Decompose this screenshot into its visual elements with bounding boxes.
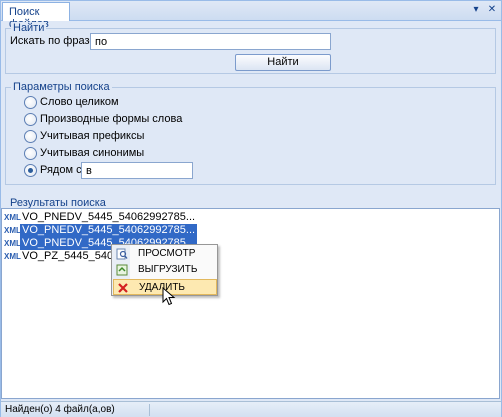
find-button-label: Найти: [267, 56, 299, 68]
find-button[interactable]: Найти: [235, 54, 331, 71]
phrase-input[interactable]: по: [90, 33, 331, 50]
option-whole-word-label: Слово целиком: [40, 96, 119, 108]
params-group-title: Параметры поиска: [11, 81, 112, 93]
phrase-label: Искать по фразе:: [10, 35, 99, 47]
export-icon: [116, 264, 128, 276]
radio-near[interactable]: [24, 164, 37, 177]
menu-item-preview-label: ПРОСМОТР: [138, 248, 196, 259]
find-group-title: Найти: [11, 22, 47, 34]
radio-prefixes[interactable]: [24, 130, 37, 143]
option-derived-forms-label: Производные формы слова: [40, 113, 183, 125]
delete-icon: [117, 282, 129, 294]
menu-item-preview[interactable]: ПРОСМОТР: [113, 246, 217, 262]
file-search-window: Поиск файлов ▾ ✕ Найти Искать по фразе: …: [0, 0, 502, 417]
file-row[interactable]: XMLVO_PNEDV_5445_54062992785...: [4, 211, 197, 224]
xml-file-icon: XML: [4, 213, 21, 222]
option-synonyms-label: Учитывая синонимы: [40, 147, 145, 159]
close-tab-icon[interactable]: ✕: [485, 4, 499, 17]
xml-file-icon: XML: [4, 239, 21, 248]
near-input-value: в: [86, 165, 92, 177]
radio-whole-word[interactable]: [24, 96, 37, 109]
xml-file-icon: XML: [4, 252, 21, 261]
status-bar: Найден(о) 4 файл(а,ов): [1, 401, 501, 417]
radio-synonyms[interactable]: [24, 147, 37, 160]
tab-strip: Поиск файлов ▾ ✕: [1, 1, 501, 30]
find-group: Найти Искать по фразе: по Найти: [5, 22, 496, 74]
file-row[interactable]: XMLVO_PNEDV_5445_54062992785...: [4, 224, 198, 237]
file-name: VO_PNEDV_5445_54062992785...: [22, 211, 196, 223]
pin-dropdown-icon[interactable]: ▾: [469, 4, 483, 17]
status-text: Найден(о) 4 файл(а,ов): [5, 404, 115, 415]
tab-file-search[interactable]: Поиск файлов: [2, 2, 70, 30]
menu-item-export[interactable]: ВЫГРУЗИТЬ: [113, 262, 217, 278]
menu-item-export-label: ВЫГРУЗИТЬ: [138, 264, 198, 275]
option-near-label: Рядом с:: [40, 164, 85, 176]
near-input[interactable]: в: [81, 162, 193, 179]
mouse-cursor-icon: [162, 287, 176, 306]
results-list[interactable]: XMLVO_PNEDV_5445_54062992785... XMLVO_PN…: [1, 208, 500, 399]
preview-icon: [116, 248, 128, 260]
file-name: VO_PNEDV_5445_54062992785...: [20, 224, 198, 237]
status-separator: [149, 404, 150, 416]
xml-file-icon: XML: [4, 226, 21, 235]
option-prefixes-label: Учитывая префиксы: [40, 130, 145, 142]
search-params-group: Параметры поиска Слово целиком Производн…: [5, 81, 496, 185]
phrase-input-value: по: [95, 36, 108, 48]
radio-derived-forms[interactable]: [24, 113, 37, 126]
